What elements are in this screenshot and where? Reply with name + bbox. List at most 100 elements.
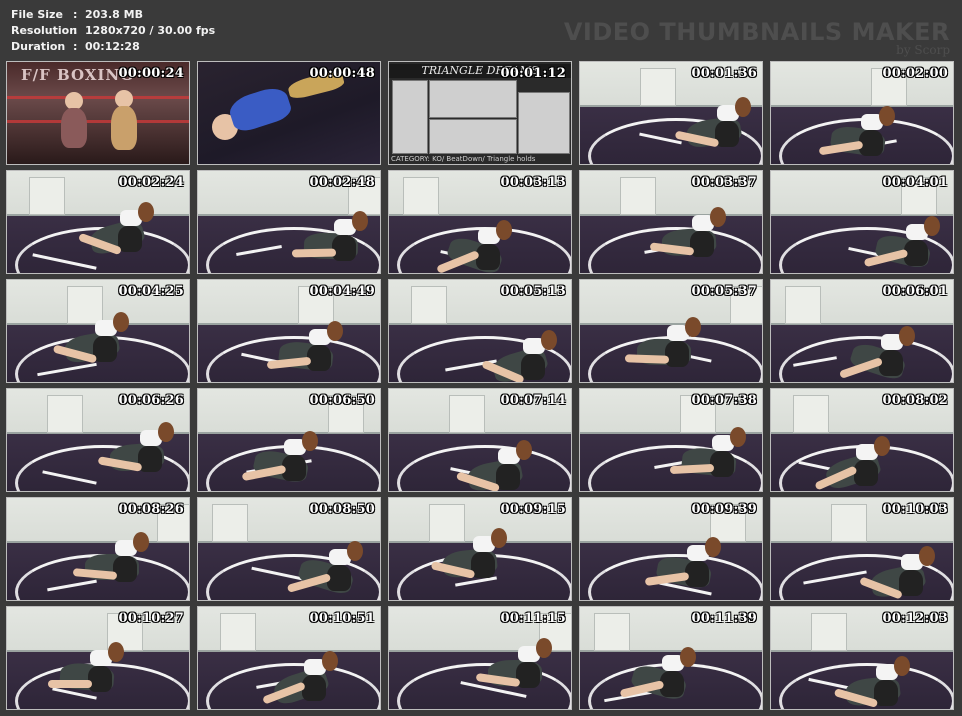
figure: [899, 326, 915, 346]
thumbnail[interactable]: 00:11:39: [579, 606, 763, 710]
figure: [874, 680, 898, 706]
thumbnail[interactable]: 00:06:50: [197, 388, 381, 492]
thumbnail[interactable]: 00:06:26: [6, 388, 190, 492]
duration-row: Duration : 00:12:28: [11, 39, 215, 55]
timestamp: 00:05:13: [500, 284, 566, 299]
thumbnail[interactable]: 00:04:01: [770, 170, 954, 274]
thumbnail[interactable]: 00:06:01: [770, 279, 954, 383]
door: [620, 177, 656, 215]
figure: [894, 656, 910, 676]
figure: [854, 460, 878, 486]
thumbnail[interactable]: 00:08:02: [770, 388, 954, 492]
resolution-row: Resolution : 1280x720 / 30.00 fps: [11, 23, 215, 39]
door: [47, 395, 83, 433]
figure: [322, 651, 338, 671]
thumbnail[interactable]: 00:07:38: [579, 388, 763, 492]
timestamp: 00:08:02: [882, 393, 948, 408]
thumbnail[interactable]: 00:04:49: [197, 279, 381, 383]
figure: [352, 211, 368, 231]
figure: [347, 541, 363, 561]
figure: [291, 248, 337, 258]
timestamp: 00:11:15: [500, 611, 566, 626]
door: [220, 613, 256, 651]
figure: [111, 106, 137, 150]
timestamp: 00:02:24: [118, 175, 184, 190]
figure: [879, 106, 895, 126]
figure: [133, 532, 149, 552]
thumbnail[interactable]: 00:08:26: [6, 497, 190, 601]
figure: [158, 422, 174, 442]
thumbnail[interactable]: 00:05:13: [388, 279, 572, 383]
brand-watermark: VIDEO THUMBNAILS MAKER by Scorp: [564, 18, 950, 57]
figure: [919, 546, 935, 566]
thumbnail[interactable]: 00:10:03: [770, 497, 954, 601]
promo-panel: [429, 119, 517, 154]
door: [29, 177, 65, 215]
figure: [879, 350, 903, 376]
thumbnail[interactable]: 00:04:25: [6, 279, 190, 383]
thumbnail[interactable]: TRIANGLE DREAMS CATEGORY: KO/ BeatDown/ T…: [388, 61, 572, 165]
thumbnail[interactable]: 00:11:15: [388, 606, 572, 710]
timestamp: 00:03:37: [691, 175, 757, 190]
figure: [705, 537, 721, 557]
door: [594, 613, 630, 651]
duration-label: Duration: [11, 40, 66, 53]
thumbnail[interactable]: 00:01:36: [579, 61, 763, 165]
timestamp: 00:11:39: [691, 611, 757, 626]
resolution-label: Resolution: [11, 24, 78, 37]
door: [811, 613, 847, 651]
thumbnail[interactable]: 00:09:15: [388, 497, 572, 601]
figure: [624, 354, 670, 364]
door: [212, 504, 248, 542]
thumbnail[interactable]: 00:03:37: [579, 170, 763, 274]
timestamp: 00:04:49: [309, 284, 375, 299]
ring-rope: [7, 120, 189, 123]
timestamp: 00:08:26: [118, 502, 184, 517]
figure: [541, 330, 557, 350]
figure: [710, 451, 734, 477]
thumbnail[interactable]: 00:02:24: [6, 170, 190, 274]
figure: [496, 220, 512, 240]
figure: [307, 345, 331, 371]
thumbnail[interactable]: 00:12:03: [770, 606, 954, 710]
promo-title: F/F BOXING: [21, 66, 134, 84]
thumbnail-grid: F/F BOXING 00:00:24 00:00:48 TRIANGLE DREAM…: [6, 61, 954, 710]
figure: [690, 231, 714, 257]
door: [785, 286, 821, 324]
ring-rope: [7, 96, 189, 99]
figure: [118, 226, 142, 252]
timestamp: 00:06:50: [309, 393, 375, 408]
thumbnail[interactable]: 00:00:48: [197, 61, 381, 165]
figure: [113, 312, 129, 332]
timestamp: 00:02:48: [309, 175, 375, 190]
brand-title: VIDEO THUMBNAILS MAKER: [563, 18, 950, 46]
timestamp: 00:03:13: [500, 175, 566, 190]
thumbnail[interactable]: 00:07:14: [388, 388, 572, 492]
figure: [536, 638, 552, 658]
timestamp: 00:06:26: [118, 393, 184, 408]
figure: [680, 647, 696, 667]
timestamp: 00:10:27: [118, 611, 184, 626]
baseboard: [198, 322, 380, 325]
timestamp: 00:01:36: [691, 66, 757, 81]
thumbnail[interactable]: 00:02:48: [197, 170, 381, 274]
timestamp: 00:12:03: [882, 611, 948, 626]
figure: [685, 317, 701, 337]
duration-separator: :: [73, 40, 78, 53]
thumbnail[interactable]: 00:10:27: [6, 606, 190, 710]
thumbnail[interactable]: 00:10:51: [197, 606, 381, 710]
thumbnail[interactable]: 00:09:39: [579, 497, 763, 601]
figure: [685, 561, 709, 587]
door: [831, 504, 867, 542]
thumbnail[interactable]: 00:02:00: [770, 61, 954, 165]
duration-value: 00:12:28: [85, 40, 140, 53]
thumbnail[interactable]: 00:05:37: [579, 279, 763, 383]
thumbnail[interactable]: 00:03:13: [388, 170, 572, 274]
figure: [710, 207, 726, 227]
door: [640, 68, 676, 106]
thumbnail[interactable]: 00:08:50: [197, 497, 381, 601]
promo-panel: [429, 80, 517, 118]
timestamp: 00:00:24: [118, 66, 184, 81]
thumbnail[interactable]: F/F BOXING 00:00:24: [6, 61, 190, 165]
figure: [226, 83, 294, 135]
